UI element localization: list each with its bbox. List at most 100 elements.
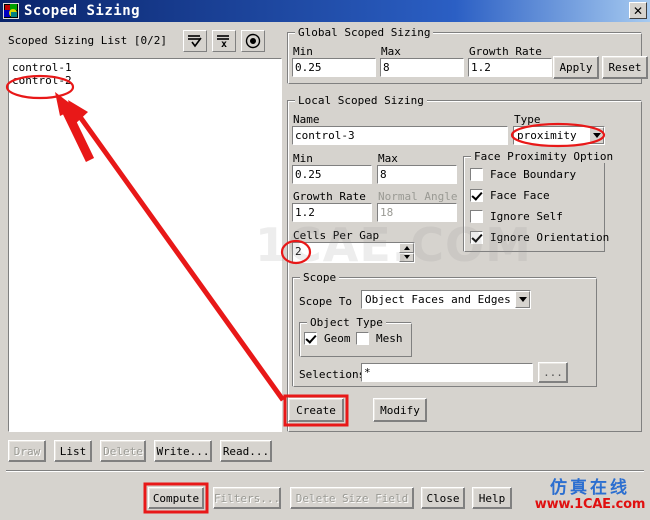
mesh-checkbox[interactable] <box>356 332 369 345</box>
list-button-label: List <box>59 444 87 458</box>
scoped-sizing-listbox[interactable]: control-1 control-2 <box>8 58 282 432</box>
apply-button[interactable]: Apply <box>553 56 599 79</box>
draw-button-label: Draw <box>13 444 41 458</box>
mesh-app-icon <box>3 3 19 19</box>
scope-to-label: Scope To <box>299 295 352 308</box>
face-face-row[interactable]: Face Face <box>470 189 550 202</box>
list-item[interactable]: control-2 <box>12 74 278 87</box>
ignore-orientation-row[interactable]: Ignore Orientation <box>470 231 609 244</box>
ignore-orientation-checkbox[interactable] <box>470 231 483 244</box>
local-name-input[interactable]: control-3 <box>292 126 508 145</box>
object-type-group-title: Object Type <box>307 316 386 329</box>
delete-size-field-button-label: Delete Size Field <box>295 491 409 505</box>
chevron-down-icon[interactable] <box>515 291 530 308</box>
face-face-checkbox[interactable] <box>470 189 483 202</box>
stepper-down-icon[interactable] <box>399 252 414 262</box>
local-growth-rate-label: Growth Rate <box>293 190 366 203</box>
geom-checkbox[interactable] <box>304 332 317 345</box>
read-button[interactable]: Read... <box>220 440 272 462</box>
close-icon[interactable]: ✕ <box>629 2 647 19</box>
create-button-label: Create <box>296 403 336 417</box>
stepper-up-icon[interactable] <box>399 243 414 253</box>
face-face-label: Face Face <box>490 189 550 202</box>
brand-watermark-url: www.1CAE.com <box>534 497 646 512</box>
global-group-title: Global Scoped Sizing <box>295 26 434 39</box>
local-type-value: proximity <box>517 129 577 142</box>
modify-button-label: Modify <box>380 403 420 417</box>
selections-browse-button[interactable]: ... <box>538 362 568 383</box>
local-growth-rate-input[interactable]: 1.2 <box>292 203 372 222</box>
compute-button-label: Compute <box>152 491 200 505</box>
draw-button[interactable]: Draw <box>8 440 46 462</box>
local-max-input[interactable]: 8 <box>377 165 457 184</box>
face-proximity-group-title: Face Proximity Option <box>471 150 617 163</box>
compute-button[interactable]: Compute <box>148 487 204 509</box>
scoped-sizing-list-label: Scoped Sizing List [0/2] <box>8 34 167 47</box>
mesh-label: Mesh <box>376 332 403 345</box>
local-name-label: Name <box>293 113 320 126</box>
list-button[interactable]: List <box>54 440 92 462</box>
delete-size-field-button[interactable]: Delete Size Field <box>290 487 414 509</box>
global-min-label: Min <box>293 45 313 58</box>
cells-per-gap-label: Cells Per Gap <box>293 229 380 242</box>
scope-group-title: Scope <box>300 271 340 284</box>
global-growth-rate-input[interactable]: 1.2 <box>468 58 552 77</box>
geom-row[interactable]: Geom <box>304 332 351 345</box>
face-boundary-row[interactable]: Face Boundary <box>470 168 576 181</box>
window-title: Scoped Sizing <box>24 3 141 19</box>
ignore-self-checkbox[interactable] <box>470 210 483 223</box>
scope-to-value: Object Faces and Edges <box>365 293 511 306</box>
delete-button-label: Delete <box>103 444 143 458</box>
select-all-icon[interactable] <box>183 30 207 52</box>
mesh-row[interactable]: Mesh <box>356 332 403 345</box>
local-type-label: Type <box>514 113 541 126</box>
selections-browse-label: ... <box>543 366 563 379</box>
ignore-self-label: Ignore Self <box>490 210 563 223</box>
ignore-orientation-label: Ignore Orientation <box>490 231 610 244</box>
global-growth-rate-label: Growth Rate <box>469 45 542 58</box>
scope-to-dropdown[interactable]: Object Faces and Edges <box>361 290 531 309</box>
local-max-label: Max <box>378 152 398 165</box>
global-min-input[interactable]: 0.25 <box>292 58 376 77</box>
local-type-dropdown[interactable]: proximity <box>513 126 605 145</box>
global-max-label: Max <box>381 45 401 58</box>
create-button[interactable]: Create <box>288 398 344 422</box>
cells-per-gap-stepper[interactable] <box>399 243 414 262</box>
help-button[interactable]: Help <box>472 487 512 509</box>
selections-input[interactable]: * <box>361 363 533 382</box>
delete-button[interactable]: Delete <box>100 440 146 462</box>
close-button[interactable]: Close <box>421 487 465 509</box>
help-button-label: Help <box>478 491 506 505</box>
local-normal-angle-label: Normal Angle <box>378 190 458 203</box>
reset-button[interactable]: Reset <box>602 56 648 79</box>
local-min-input[interactable]: 0.25 <box>292 165 372 184</box>
close-button-label: Close <box>426 491 460 505</box>
deselect-all-icon[interactable]: x <box>212 30 236 52</box>
list-item[interactable]: control-1 <box>12 61 278 74</box>
filters-button-label: Filters... <box>213 491 281 505</box>
apply-button-label: Apply <box>559 61 593 74</box>
footer-separator <box>6 470 644 472</box>
scoped-sizing-dialog: Scoped Sizing ✕ Scoped Sizing List [0/2]… <box>0 0 650 520</box>
highlight-icon[interactable] <box>241 30 265 52</box>
read-button-label: Read... <box>222 444 270 458</box>
global-max-input[interactable]: 8 <box>380 58 464 77</box>
local-min-label: Min <box>293 152 313 165</box>
local-normal-angle-input: 18 <box>377 203 457 222</box>
write-button[interactable]: Write... <box>154 440 212 462</box>
geom-label: Geom <box>324 332 351 345</box>
face-boundary-checkbox[interactable] <box>470 168 483 181</box>
brand-watermark: 仿真在线 www.1CAE.com <box>534 478 646 512</box>
selections-label: Selections <box>299 368 366 381</box>
filters-button[interactable]: Filters... <box>213 487 281 509</box>
write-button-label: Write... <box>156 444 210 458</box>
chevron-down-icon[interactable] <box>589 127 604 144</box>
reset-button-label: Reset <box>608 61 642 74</box>
cells-per-gap-input[interactable]: 2 <box>292 242 415 263</box>
brand-watermark-cn: 仿真在线 <box>550 478 630 498</box>
face-boundary-label: Face Boundary <box>490 168 577 181</box>
ignore-self-row[interactable]: Ignore Self <box>470 210 563 223</box>
local-group-title: Local Scoped Sizing <box>295 94 427 107</box>
svg-text:x: x <box>221 39 227 48</box>
modify-button[interactable]: Modify <box>373 398 427 422</box>
